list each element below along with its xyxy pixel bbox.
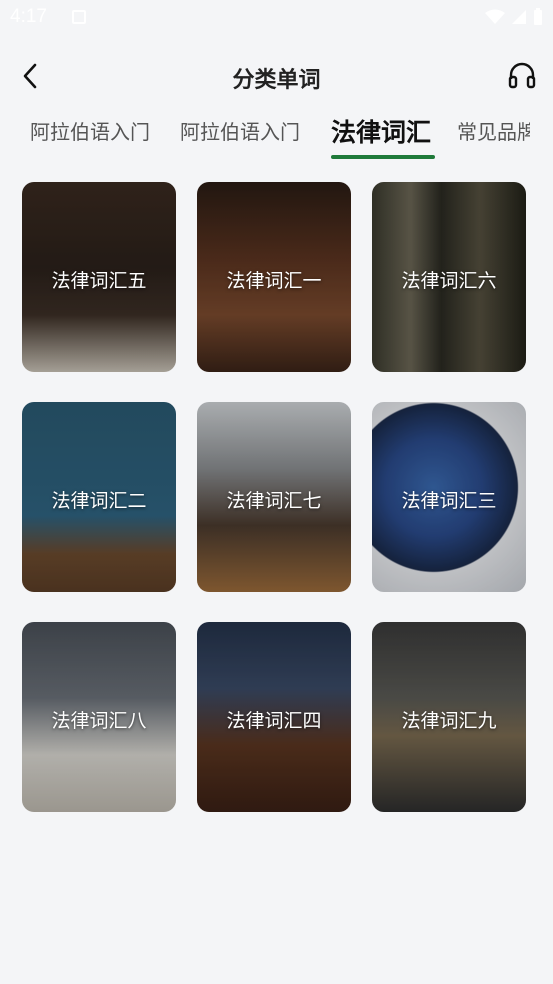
headphones-icon [508,62,536,89]
card-label: 法律词汇一 [226,270,322,292]
category-card[interactable]: 法律词汇四 [197,622,351,812]
card-label: 法律词汇八 [51,710,147,732]
status-bar: 4:17 [0,0,553,36]
tab-arabic-intro-2[interactable]: 阿拉伯语入门 [180,116,300,145]
page-title: 分类单词 [232,68,321,93]
category-card[interactable]: 法律词汇七 [197,402,351,592]
card-label: 法律词汇七 [226,490,322,512]
notification-icon [72,10,86,24]
audio-button[interactable] [505,58,539,92]
wifi-icon [485,9,505,24]
category-card[interactable]: 法律词汇一 [197,182,351,372]
category-card[interactable]: 法律词汇五 [22,182,176,372]
category-card[interactable]: 法律词汇八 [22,622,176,812]
category-card[interactable]: 法律词汇二 [22,402,176,592]
battery-icon [534,8,542,25]
category-tabs: 阿拉伯语入门 阿拉伯语入门 法律词汇 常见品牌 [30,116,530,164]
status-time: 4:17 [10,6,47,27]
tab-arabic-intro-1[interactable]: 阿拉伯语入门 [30,116,150,145]
signal-icon [512,10,526,24]
card-label: 法律词汇二 [51,490,147,512]
tab-common-brands[interactable]: 常见品牌 [457,116,530,145]
card-label: 法律词汇五 [51,270,147,292]
category-card[interactable]: 法律词汇九 [372,622,526,812]
category-card[interactable]: 法律词汇三 [372,402,526,592]
category-card[interactable]: 法律词汇六 [372,182,526,372]
card-label: 法律词汇四 [226,710,322,732]
card-label: 法律词汇三 [401,490,497,512]
status-icons [485,8,543,26]
tab-legal-vocab[interactable]: 法律词汇 [331,116,431,149]
card-label: 法律词汇九 [401,710,497,732]
card-label: 法律词汇六 [401,270,497,292]
active-tab-indicator [331,155,435,159]
header: 分类单词 [0,48,553,104]
